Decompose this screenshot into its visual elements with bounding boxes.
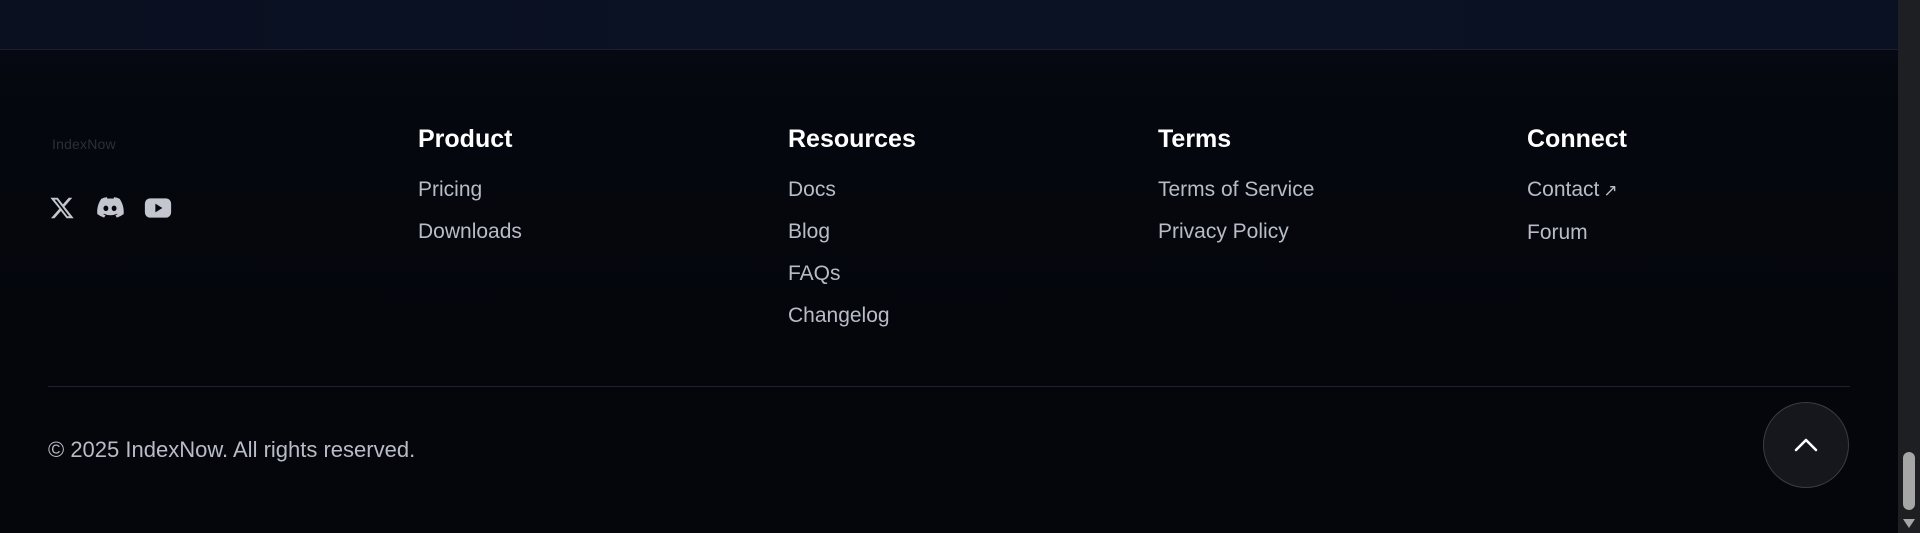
- footer-column-resources: Resources Docs Blog FAQs Changelog: [788, 122, 916, 344]
- link-forum[interactable]: Forum: [1527, 219, 1627, 247]
- footer-column-terms: Terms Terms of Service Privacy Policy: [1158, 122, 1314, 260]
- footer-column-connect: Connect Contact ↗ Forum: [1527, 122, 1627, 261]
- youtube-icon[interactable]: [144, 194, 172, 222]
- scrollbar-thumb[interactable]: [1903, 452, 1915, 510]
- footer-divider: [48, 386, 1850, 387]
- link-docs[interactable]: Docs: [788, 176, 916, 204]
- brand-logo[interactable]: IndexNow: [52, 136, 116, 152]
- column-title-product: Product: [418, 125, 513, 153]
- back-to-top-button[interactable]: [1763, 402, 1849, 488]
- column-title-connect: Connect: [1527, 125, 1627, 153]
- discord-icon[interactable]: [96, 194, 124, 222]
- link-terms-of-service[interactable]: Terms of Service: [1158, 176, 1314, 204]
- link-changelog[interactable]: Changelog: [788, 302, 916, 330]
- x-twitter-icon[interactable]: [48, 194, 76, 222]
- column-title-resources: Resources: [788, 125, 916, 153]
- footer-column-product: Product Pricing Downloads: [418, 122, 522, 260]
- chevron-up-icon: [1794, 438, 1818, 452]
- link-contact-label: Contact: [1527, 178, 1600, 201]
- column-title-terms: Terms: [1158, 125, 1232, 153]
- external-link-icon: ↗: [1603, 181, 1618, 200]
- page-scrollbar[interactable]: [1898, 0, 1920, 533]
- footer-page: IndexNow Product Pricing Downloads Resou…: [0, 0, 1920, 533]
- link-pricing[interactable]: Pricing: [418, 176, 522, 204]
- link-faqs[interactable]: FAQs: [788, 260, 916, 288]
- link-contact[interactable]: Contact ↗: [1527, 176, 1627, 205]
- link-downloads[interactable]: Downloads: [418, 218, 522, 246]
- scroll-down-arrow-icon[interactable]: [1903, 519, 1915, 528]
- previous-section-band: [0, 0, 1898, 50]
- link-blog[interactable]: Blog: [788, 218, 916, 246]
- link-privacy-policy[interactable]: Privacy Policy: [1158, 218, 1314, 246]
- social-links: [48, 194, 172, 222]
- copyright-text: © 2025 IndexNow. All rights reserved.: [48, 437, 416, 462]
